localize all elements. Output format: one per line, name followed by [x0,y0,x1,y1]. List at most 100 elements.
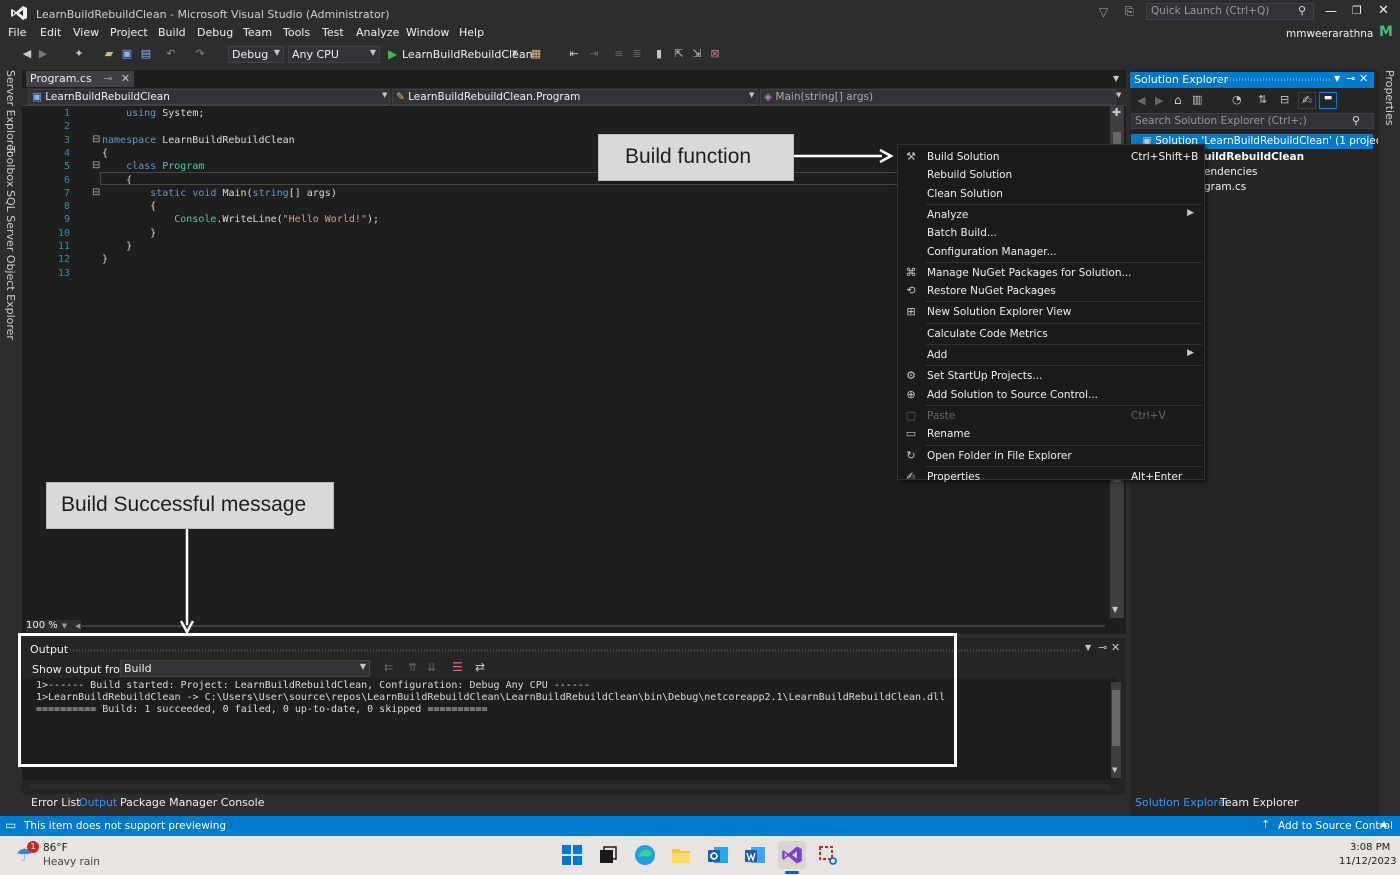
home-icon[interactable]: ⌂ [1174,93,1182,107]
word-icon[interactable] [744,844,768,868]
step-icon[interactable]: ⇤ [567,47,581,61]
nav-type-dropdown[interactable]: ✎ LearnBuildRebuildClean.Program [392,89,758,105]
configuration-dropdown[interactable]: Debug ▼ [228,46,284,63]
next-bookmark-icon[interactable]: ⇲ [690,47,704,61]
collapse-toggle-icon[interactable]: ⊟ [92,187,100,198]
file-explorer-icon[interactable] [670,844,694,868]
platform-dropdown[interactable]: Any CPU ▼ [288,46,380,63]
document-tab[interactable]: Program.cs ⊸ ✕ [26,71,135,87]
start-debug-icon[interactable]: ▶ [388,47,397,61]
uncomment-icon[interactable]: ≣ [630,47,644,61]
code-line[interactable]: using System; [102,108,204,121]
snipping-tool-icon[interactable] [817,844,841,868]
windows-start-icon[interactable] [561,844,585,868]
open-file-icon[interactable]: ▰ [102,47,116,61]
close-button[interactable]: ✕ [1378,3,1389,18]
menu-item-clean-solution[interactable]: Clean Solution [898,185,1204,203]
menu-item-new-solution-explorer-view[interactable]: ⊞ New Solution Explorer View [898,303,1204,321]
horizontal-scrollbar[interactable] [80,625,1105,627]
switch-views-icon[interactable]: ▥ [1192,93,1202,106]
add-to-source-control-button[interactable]: Add to Source Control [1278,820,1393,832]
code-line[interactable]: { [102,201,156,214]
menu-item-properties[interactable]: ✍ Properties Alt+Enter [898,468,1204,486]
filter-icon[interactable]: ▽ [1099,5,1108,19]
prev-bookmark-icon[interactable]: ⇱ [672,47,686,61]
solution-search-input[interactable]: Search Solution Explorer (Ctrl+;) ⚲ [1131,113,1374,129]
menu-view[interactable]: View [73,26,99,39]
scroll-down-icon[interactable]: ▼ [1112,605,1118,614]
menu-analyze[interactable]: Analyze [356,26,399,39]
tree-project-node[interactable]: uildRebuildClean [1204,151,1304,166]
output-scrollbar[interactable]: ▼ [1111,682,1121,778]
menu-item-add[interactable]: Add ▶ [898,346,1204,364]
panel-menu-icon[interactable]: ▼ [1334,74,1340,83]
sync-icon[interactable]: ⇅ [1258,93,1267,106]
menu-item-analyze[interactable]: Analyze ▶ [898,206,1204,224]
pin-icon[interactable]: ⊸ [1346,72,1355,85]
tab-overflow-icon[interactable]: ▼ [1113,74,1119,83]
clear-bookmarks-icon[interactable]: ⊠ [708,47,722,61]
new-project-icon[interactable]: ✦ [72,47,86,61]
split-editor-icon[interactable]: ✚ [1112,106,1121,119]
code-line[interactable]: Console.WriteLine("Hello World!"); [102,214,379,227]
menu-item-restore-nuget-packages[interactable]: ⟲ Restore NuGet Packages [898,282,1204,300]
chevron-down-icon[interactable]: ▼ [512,49,517,57]
collapse-all-icon[interactable]: ⊟ [1280,93,1289,106]
menu-item-rename[interactable]: ▭ Rename [898,425,1204,443]
avatar[interactable]: M [1377,24,1395,42]
comment-icon[interactable]: ≡ [612,47,626,61]
scroll-down-icon[interactable]: ▼ [1112,766,1117,774]
back-icon[interactable]: ◀ [1137,94,1145,107]
code-line[interactable]: } [102,228,156,241]
zoom-level[interactable]: 100 % ▼ ◀ [26,620,81,632]
close-tab-icon[interactable]: ✕ [121,72,130,85]
feedback-icon[interactable]: ⎘ [1125,5,1134,19]
panel-menu-icon[interactable]: ▼ [1085,643,1091,652]
close-panel-icon[interactable]: ✕ [1359,72,1368,85]
close-panel-icon[interactable]: ✕ [1111,641,1120,654]
tab-team-explorer[interactable]: Team Explorer [1220,796,1298,809]
menu-item-configuration-manager[interactable]: Configuration Manager... [898,243,1204,261]
step-over-icon[interactable]: ⇥ [587,47,601,61]
code-line[interactable]: { [102,148,108,161]
menu-test[interactable]: Test [322,26,344,39]
edge-browser-icon[interactable] [634,844,658,868]
visual-studio-taskbar-icon[interactable] [778,841,806,869]
menu-help[interactable]: Help [459,26,484,39]
properties-tab[interactable]: Properties [1383,70,1396,126]
server-explorer-tab[interactable]: Server Explorer [4,70,17,155]
back-icon[interactable]: ◀ [20,47,34,61]
menu-project[interactable]: Project [110,26,148,39]
menu-item-batch-build[interactable]: Batch Build... [898,224,1204,242]
save-icon[interactable]: ▣ [120,47,134,61]
tab-output[interactable]: Output [79,796,117,809]
nav-member-dropdown[interactable]: ◈ Main(string[] args) [760,89,1116,105]
code-line[interactable]: } [102,254,108,267]
menu-file[interactable]: File [8,26,26,39]
quick-launch-input[interactable]: Quick Launch (Ctrl+Q) ⚲ [1146,3,1314,20]
minimize-button[interactable]: — [1325,4,1337,18]
menu-build[interactable]: Build [158,26,186,39]
menu-team[interactable]: Team [243,26,272,39]
collapse-toggle-icon[interactable]: ⊟ [92,134,100,145]
collapse-toggle-icon[interactable]: ⊟ [92,160,100,171]
nav-project-dropdown[interactable]: ▣ LearnBuildRebuildClean [28,89,390,105]
forward-icon[interactable]: ▶ [1155,94,1163,107]
tab-solution-explorer[interactable]: Solution Explorer [1135,796,1229,809]
pin-icon[interactable]: ⊸ [103,72,112,85]
properties-toggle[interactable] [1298,92,1316,109]
redo-icon[interactable]: ↷ [193,47,207,61]
browser-link-icon[interactable]: ▦ [529,47,543,61]
menu-item-build-solution[interactable]: ⚒ Build Solution Ctrl+Shift+B [898,148,1204,166]
menu-debug[interactable]: Debug [197,26,233,39]
output-horizontal-scrollbar[interactable] [30,784,1110,790]
menu-window[interactable]: Window [406,26,449,39]
code-line[interactable]: static void Main(string[] args) [102,188,337,201]
pin-icon[interactable]: ⊸ [1098,641,1107,654]
menu-item-rebuild-solution[interactable]: Rebuild Solution [898,166,1204,184]
task-view-icon[interactable] [597,844,621,868]
tab-error-list[interactable]: Error List [31,796,81,809]
menu-item-open-folder-in-file-explorer[interactable]: ↻ Open Folder in File Explorer [898,447,1204,465]
clock-time[interactable]: 3:08 PM [1350,842,1390,853]
save-all-icon[interactable]: ▤ [139,47,153,61]
